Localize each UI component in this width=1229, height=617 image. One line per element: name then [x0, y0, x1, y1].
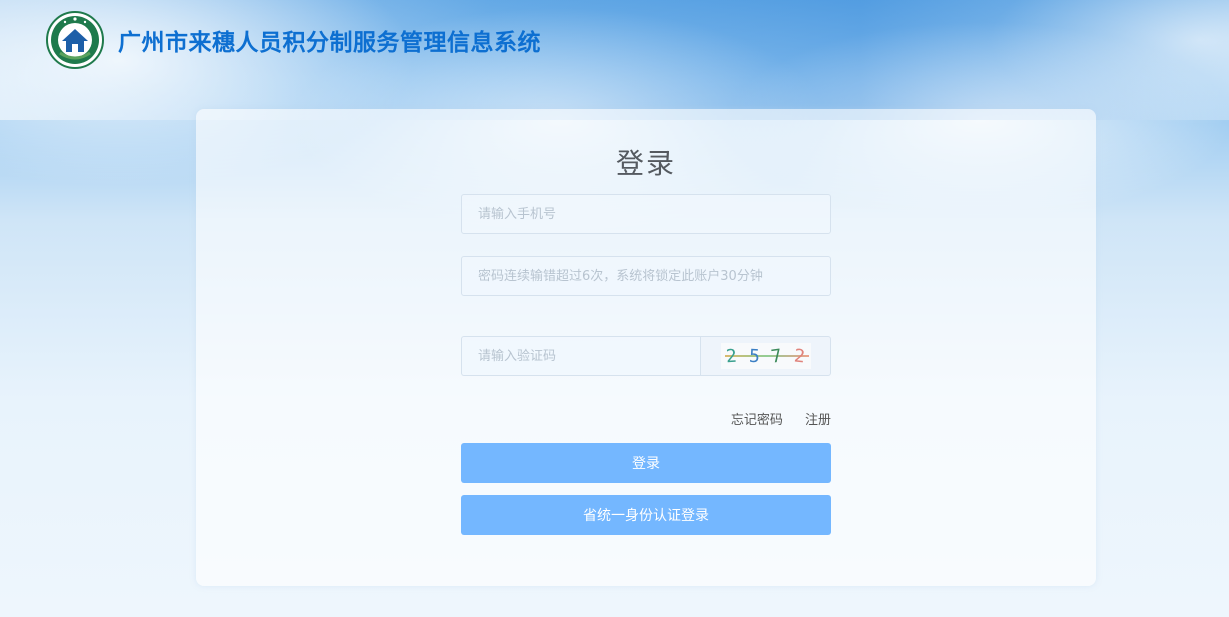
login-button[interactable]: 登录 [461, 443, 831, 483]
captcha-row: 2 5 7 2 [461, 336, 831, 376]
site-header: 广州市来穗人员积分制服务管理信息系统 [46, 10, 541, 70]
account-links: 忘记密码 注册 [461, 409, 831, 428]
guangzhou-emblem-icon [46, 11, 104, 69]
captcha-char: 7 [769, 344, 784, 368]
site-title: 广州市来穗人员积分制服务管理信息系统 [118, 30, 541, 56]
captcha-image: 2 5 7 2 [720, 343, 811, 369]
captcha-field [461, 336, 700, 376]
phone-input[interactable] [462, 195, 830, 233]
phone-field [461, 194, 831, 234]
password-input[interactable] [462, 257, 830, 295]
captcha-char: 5 [748, 345, 761, 367]
captcha-image-button[interactable]: 2 5 7 2 [700, 336, 831, 376]
captcha-char: 2 [792, 344, 806, 368]
captcha-input[interactable] [462, 337, 700, 375]
forgot-password-link[interactable]: 忘记密码 [731, 413, 783, 428]
register-link[interactable]: 注册 [805, 413, 831, 428]
captcha-char: 2 [725, 345, 738, 367]
unified-identity-login-button[interactable]: 省统一身份认证登录 [461, 495, 831, 535]
login-panel: 登录 2 5 7 2 忘记密码 注册 登录 省统一身份认证登录 [196, 109, 1096, 586]
password-field [461, 256, 831, 296]
login-title: 登录 [615, 147, 676, 180]
